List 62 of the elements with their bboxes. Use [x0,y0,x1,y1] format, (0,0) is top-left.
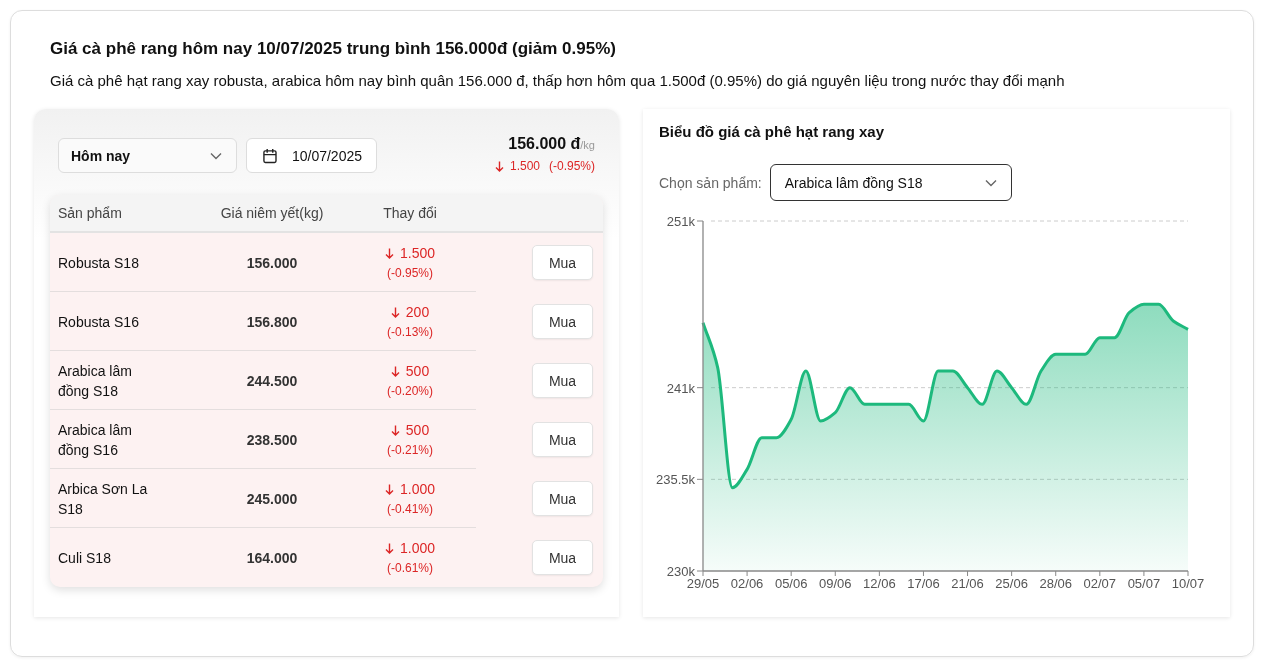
column-header: Thay đổi [382,205,438,221]
period-select[interactable]: Hôm nay [58,138,237,173]
change-percent: (-0.20%) [386,384,434,398]
x-tick-label: 17/06 [907,576,940,591]
change-value: 200 [405,304,430,320]
price-cell-text: 244.500 [245,372,299,389]
change-value: 500 [405,422,430,438]
product-name: Arabica lâm đồng S18 [57,361,133,401]
product-name: Arbica Sơn La S18 [57,479,149,519]
date-field[interactable]: 10/07/2025 [246,138,377,173]
product-select-label: Chọn sản phẩm: [659,174,762,191]
price-cell-text: 164.000 [245,549,299,566]
x-tick-label: 21/06 [951,576,984,591]
calendar-icon [263,147,277,164]
y-tick-label: 241k [666,380,695,396]
change-value: 1.500 [399,245,435,261]
product-name: Culi S18 [57,548,112,568]
column-header: Sản phẩm [57,205,123,221]
chart-title: Biểu đồ giá cà phê hạt rang xay [659,122,886,142]
chevron-down-icon [984,178,997,187]
price-cell-text: 245.000 [245,490,299,507]
price-change: 1.500 [509,159,540,173]
buy-button[interactable]: Mua [532,304,593,339]
x-tick-label: 12/06 [863,576,896,591]
buy-button[interactable]: Mua [532,540,593,575]
change-percent: (-0.13%) [386,325,434,339]
y-tick-label: 235.5k [655,472,695,488]
change-percent: (-0.95%) [386,266,434,280]
current-price: 156.000 đ/kg [507,135,595,153]
change-value: 500 [405,363,430,379]
buy-button[interactable]: Mua [532,422,593,457]
product-select[interactable]: Arabica lâm đồng S18 [769,164,1012,201]
x-tick-label: 28/06 [1039,576,1072,591]
change-value: 1.000 [399,540,435,556]
y-tick-label: 251k [666,214,695,229]
change-percent: (-0.41%) [386,502,434,516]
column-header: Giá niêm yết(kg) [219,205,325,221]
chevron-down-icon [210,151,222,160]
buy-button[interactable]: Mua [532,363,593,398]
change-percent: (-0.21%) [386,443,434,457]
x-tick-label: 02/06 [730,576,764,591]
page-title: Giá cà phê rang hôm nay 10/07/2025 trung bình 156.000đ (giảm 0.95%) [50,38,617,60]
product-name: Robusta S18 [57,253,140,273]
y-tick-label: 230k [666,564,695,579]
price-cell-text: 238.500 [245,431,299,448]
product-name: Arabica lâm đồng S16 [57,420,133,460]
buy-button[interactable]: Mua [532,245,593,280]
price-cell-text: 156.000 [245,254,299,271]
price-change-percent: (-0.95%) [549,159,595,173]
page-subtitle: Giá cà phê hạt rang xay robusta, arabica hôm nay bình quân 156.000 đ, thấp hơn hôm qua 1.500đ (0.95%) do giá nguyên liệu trong nước thay đổi mạnh [50,71,1066,91]
buy-button[interactable]: Mua [532,481,593,516]
x-tick-label: 02/07 [1083,576,1117,591]
change-percent: (-0.61%) [386,561,434,575]
price-cell-text: 156.800 [245,313,299,330]
x-tick-label: 05/06 [774,576,808,591]
x-tick-label: 05/07 [1127,576,1161,591]
x-tick-label: 09/06 [819,576,852,591]
product-name: Robusta S16 [57,312,140,332]
x-tick-label: 25/06 [995,576,1028,591]
x-tick-label: 29/05 [686,576,720,591]
x-tick-label: 10/07 [1171,576,1205,591]
change-value: 1.000 [399,481,435,497]
